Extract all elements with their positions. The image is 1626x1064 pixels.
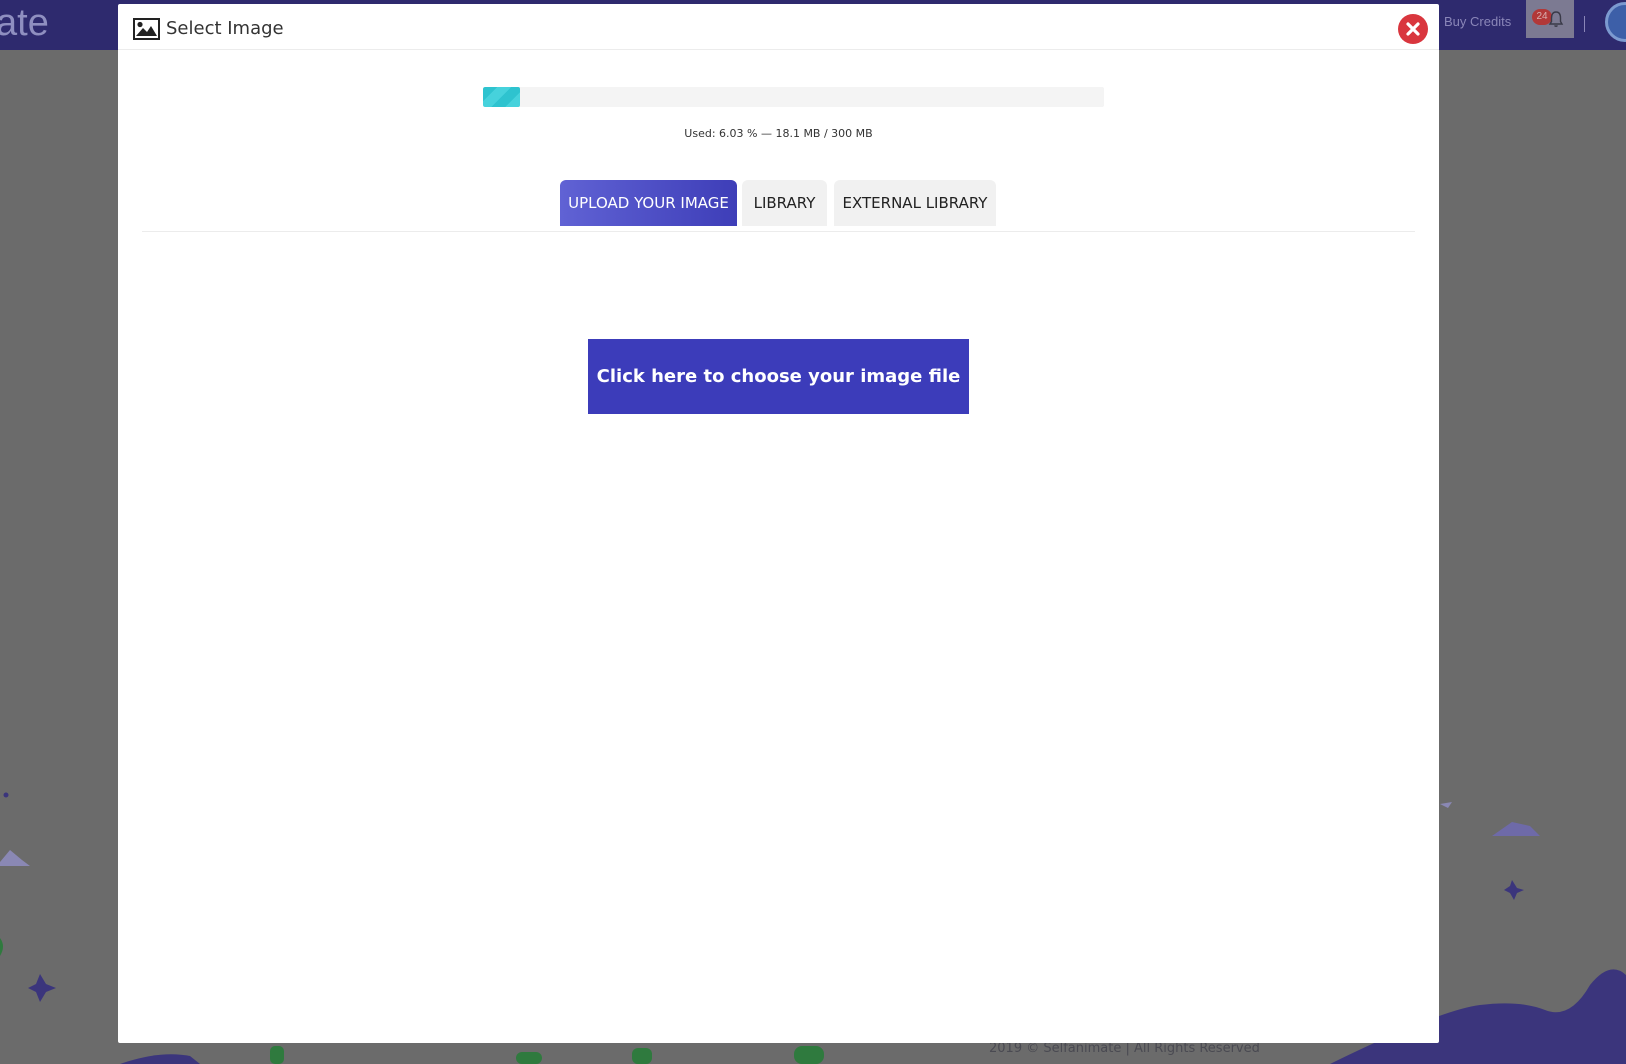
tab-library[interactable]: LIBRARY bbox=[742, 180, 827, 226]
tab-upload-your-image[interactable]: UPLOAD YOUR IMAGE bbox=[560, 180, 737, 226]
footer-copyright: 2019 © Selfanimate | All Rights Reserved bbox=[989, 1041, 1260, 1056]
select-image-modal: Select Image Used: 6.03 % — 18.1 MB / 30… bbox=[118, 4, 1439, 1043]
modal-header: Select Image bbox=[118, 4, 1439, 50]
choose-image-file-button[interactable]: Click here to choose your image file bbox=[588, 339, 969, 414]
modal-title: Select Image bbox=[166, 18, 284, 39]
tabs-divider bbox=[142, 231, 1415, 232]
storage-progress-fill bbox=[483, 87, 521, 107]
storage-usage-text: Used: 6.03 % — 18.1 MB / 300 MB bbox=[684, 127, 873, 140]
close-x-icon bbox=[1406, 22, 1420, 36]
image-icon bbox=[133, 18, 160, 45]
close-button[interactable] bbox=[1398, 14, 1428, 44]
tab-external-library[interactable]: EXTERNAL LIBRARY bbox=[834, 180, 996, 226]
image-source-tabs: UPLOAD YOUR IMAGE LIBRARY EXTERNAL LIBRA… bbox=[118, 180, 1439, 226]
storage-progress-bar bbox=[483, 87, 1104, 107]
